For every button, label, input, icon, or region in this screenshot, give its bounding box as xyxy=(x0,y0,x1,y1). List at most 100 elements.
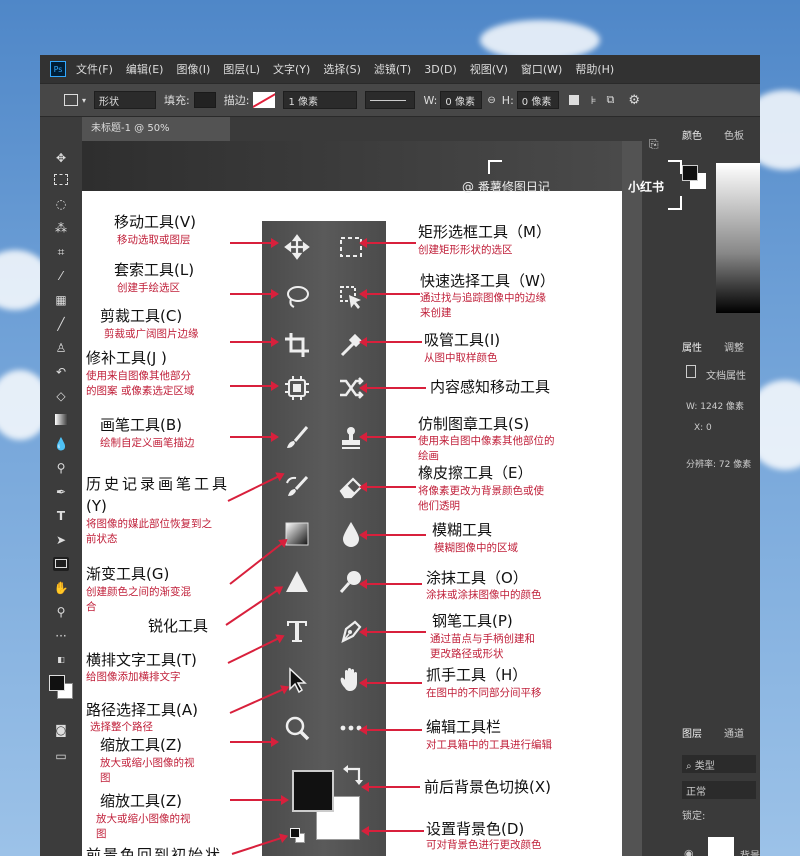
move-tool-icon[interactable]: ✥ xyxy=(53,151,69,165)
chevron-down-icon[interactable]: ▾ xyxy=(82,96,86,105)
layer-kind-label: 类型 xyxy=(694,761,715,772)
doc-properties-label: 文档属性 xyxy=(706,371,746,382)
stroke-width-input[interactable]: 1 像素 xyxy=(283,91,358,109)
desc-zoom-tool-2: 图 xyxy=(100,772,111,784)
menu-select[interactable]: 选择(S) xyxy=(323,61,361,77)
tab-swatches[interactable]: 色板 xyxy=(724,127,744,142)
label-marquee-tool: 矩形选框工具（M） xyxy=(418,223,551,241)
blend-mode-value: 正常 xyxy=(686,787,706,798)
path-select-tool-icon[interactable]: ➤ xyxy=(53,533,69,547)
arrow xyxy=(359,238,416,248)
blur-tool-icon[interactable]: 💧 xyxy=(53,437,69,451)
desc-edit-toolbar: 对工具箱中的工具进行编辑 xyxy=(426,739,552,751)
layer-thumbnail[interactable] xyxy=(708,837,734,856)
label-move-tool: 移动工具(V) xyxy=(114,213,196,231)
arrow xyxy=(359,725,422,735)
document-tab[interactable]: 未标题-1 @ 50%(RGB/8#)× xyxy=(82,117,230,158)
eye-icon[interactable]: ◉ xyxy=(684,847,694,856)
color-fg-swatch[interactable] xyxy=(682,165,698,181)
arrow xyxy=(230,737,279,747)
menu-filter[interactable]: 滤镜(T) xyxy=(374,61,411,77)
tab-adjustments[interactable]: 调整 xyxy=(724,339,744,354)
brush-tool-icon[interactable]: ╱ xyxy=(53,317,69,331)
arrow xyxy=(359,482,416,492)
height-value: 0 像素 xyxy=(521,96,552,108)
align-icon[interactable]: ⊧ xyxy=(591,94,597,107)
eraser-tool-icon[interactable]: ◇ xyxy=(53,389,69,403)
path-ops-icon[interactable] xyxy=(568,95,579,105)
menu-file[interactable]: 文件(F) xyxy=(76,61,113,77)
pen-tool-icon[interactable]: ✒ xyxy=(53,485,69,499)
watermark-text: @ 番薯修图日记 xyxy=(462,180,550,194)
screen-mode-icon[interactable]: ▭ xyxy=(53,749,69,763)
arrange-icon[interactable]: ⧉ xyxy=(607,93,615,107)
type-tool-icon[interactable]: T xyxy=(53,509,69,523)
move-tool-icon xyxy=(280,232,314,262)
width-input[interactable]: 0 像素 xyxy=(440,91,483,109)
desc-marquee-tool: 创建矩形形状的选区 xyxy=(418,244,513,256)
zoom-tool-icon[interactable]: ⚲ xyxy=(53,605,69,619)
tab-channels[interactable]: 通道 xyxy=(724,725,744,740)
desc-gradient-tool-2: 合 xyxy=(86,601,97,613)
tab-layers[interactable]: 图层 xyxy=(682,725,702,740)
menu-window[interactable]: 窗口(W) xyxy=(521,61,562,77)
arrow xyxy=(359,579,422,589)
lasso-tool-icon[interactable]: ◌ xyxy=(53,197,69,211)
patch-tool-icon xyxy=(280,373,314,403)
layer-kind-filter[interactable]: ⌕ 类型 xyxy=(682,755,756,773)
dodge-tool-icon[interactable]: ⚲ xyxy=(53,461,69,475)
rectangle-tool-icon[interactable] xyxy=(64,94,78,106)
height-input[interactable]: 0 像素 xyxy=(516,91,559,109)
tab-color[interactable]: 颜色 xyxy=(682,127,702,142)
marquee-tool-icon[interactable] xyxy=(53,173,69,187)
label-patch-tool: 修补工具(J ) xyxy=(86,349,167,367)
arrow xyxy=(361,782,420,792)
blend-mode-select[interactable]: 正常 xyxy=(682,781,756,799)
more-tools-icon[interactable]: ··· xyxy=(53,629,69,643)
eyedropper-tool-icon[interactable]: ⁄ xyxy=(53,269,69,283)
rectangle-tool-icon[interactable] xyxy=(53,557,69,571)
left-toolbar: ✥ ◌ ⁂ ⌗ ⁄ ▦ ╱ ♙ ↶ ◇ 💧 ⚲ ✒ T ➤ ✋ ⚲ ··· ◧ … xyxy=(40,117,82,856)
shape-mode-select[interactable]: 形状 xyxy=(94,91,157,109)
arrow xyxy=(359,432,416,442)
fill-swatch[interactable] xyxy=(193,92,216,108)
resolution-info: 分辨率: 72 像素 xyxy=(686,460,752,470)
history-panel-icon[interactable]: ⎘ xyxy=(649,137,659,152)
gradient-tool-icon[interactable] xyxy=(53,413,69,427)
quick-mask-icon[interactable]: ◙ xyxy=(53,723,69,737)
patch-tool-icon[interactable]: ▦ xyxy=(53,293,69,307)
color-picker-field[interactable] xyxy=(716,163,760,313)
quick-select-tool-icon[interactable]: ⁂ xyxy=(53,221,69,235)
foreground-color-swatch[interactable] xyxy=(49,675,65,691)
label-crop-tool: 剪裁工具(C) xyxy=(100,307,183,325)
arrow xyxy=(230,432,279,442)
menu-type[interactable]: 文字(Y) xyxy=(273,61,310,77)
arrow xyxy=(230,289,279,299)
menu-image[interactable]: 图像(I) xyxy=(176,61,210,77)
brush-tool-icon xyxy=(280,423,314,453)
label-path-select-tool: 路径选择工具(A) xyxy=(86,701,198,719)
watermark-bracket xyxy=(668,196,682,210)
tab-properties[interactable]: 属性 xyxy=(682,339,702,354)
menu-3d[interactable]: 3D(D) xyxy=(424,63,457,76)
search-icon: ⌕ xyxy=(686,761,692,772)
menu-layer[interactable]: 图层(L) xyxy=(223,61,260,77)
label-smudge-tool: 涂抹工具（O） xyxy=(426,569,528,587)
hand-tool-icon[interactable]: ✋ xyxy=(53,581,69,595)
menu-edit[interactable]: 编辑(E) xyxy=(126,61,164,77)
link-icon[interactable]: ⊖ xyxy=(487,95,495,106)
menu-view[interactable]: 视图(V) xyxy=(470,61,508,77)
menu-help[interactable]: 帮助(H) xyxy=(575,61,614,77)
stroke-style-select[interactable] xyxy=(365,91,416,109)
gear-icon[interactable]: ⚙ xyxy=(628,93,640,108)
stamp-tool-icon[interactable]: ♙ xyxy=(53,341,69,355)
background-layer-name[interactable]: 背景 xyxy=(740,847,760,856)
label-eyedropper-tool: 吸管工具(I) xyxy=(424,331,501,349)
history-brush-tool-icon[interactable]: ↶ xyxy=(53,365,69,379)
label-stamp-tool: 仿制图章工具(S) xyxy=(418,415,530,433)
fill-label: 填充: xyxy=(164,94,190,107)
stroke-swatch[interactable] xyxy=(253,92,276,108)
arrow xyxy=(230,337,279,347)
reset-colors-icon[interactable]: ◧ xyxy=(53,653,69,667)
crop-tool-icon[interactable]: ⌗ xyxy=(53,245,69,259)
